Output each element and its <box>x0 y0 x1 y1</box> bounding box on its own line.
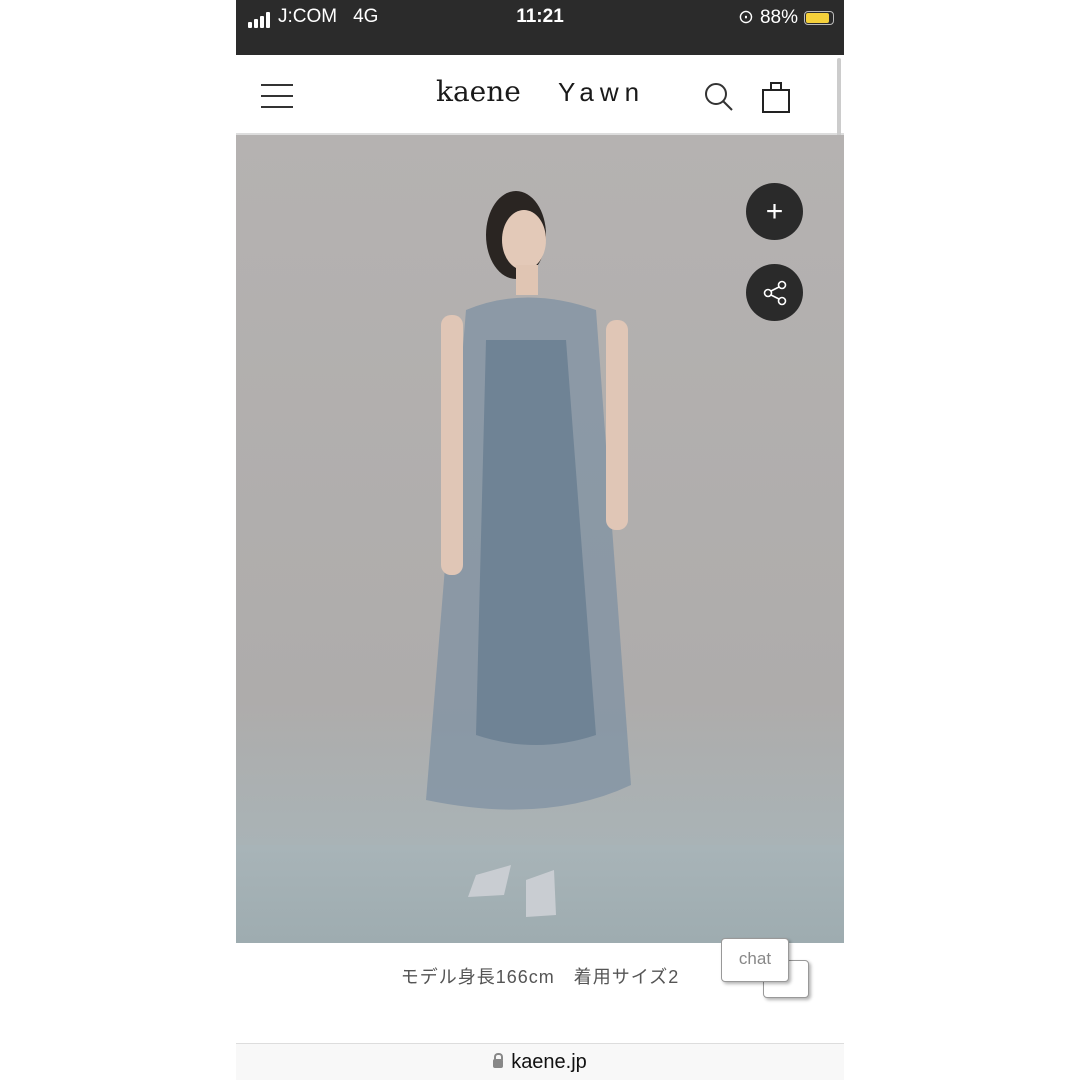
add-button[interactable]: + <box>746 183 803 240</box>
phone-screen: J:COM 4G 11:21 ⊙ 88% kaene Yawn + モデル身長1… <box>236 0 844 1080</box>
hamburger-menu-icon[interactable] <box>261 84 293 117</box>
site-header: kaene Yawn <box>236 55 844 135</box>
share-button[interactable] <box>746 264 803 321</box>
plus-icon: + <box>765 194 784 228</box>
lock-icon <box>493 1053 504 1068</box>
yawn-logo[interactable]: Yawn <box>558 77 645 108</box>
chat-label: chat <box>721 938 789 982</box>
product-photo[interactable]: + <box>236 135 844 943</box>
battery-percent: 88% <box>759 6 798 28</box>
kaene-logo[interactable]: kaene <box>436 75 521 108</box>
share-icon <box>763 280 786 305</box>
url-text: kaene.jp <box>511 1051 587 1073</box>
rotation-lock-icon: ⊙ <box>738 7 754 28</box>
address-bar[interactable]: kaene.jp <box>236 1043 844 1080</box>
battery-icon <box>804 10 834 25</box>
model-figure <box>426 191 631 917</box>
status-bar: J:COM 4G 11:21 ⊙ 88% <box>236 0 844 55</box>
cart-bag-icon[interactable] <box>762 80 792 114</box>
search-icon[interactable] <box>704 82 734 112</box>
chat-button[interactable]: chat <box>721 938 811 1003</box>
